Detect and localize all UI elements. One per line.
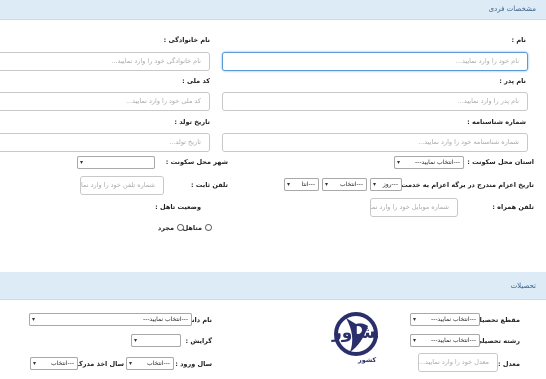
- single-option-label: مجرد: [157, 224, 174, 232]
- dispatch-day-value: ---روز: [382, 181, 398, 188]
- chevron-down-icon: ▾: [129, 360, 133, 367]
- dispatch-day-select[interactable]: ▾ ---روز: [370, 178, 402, 191]
- marital-label: وضعیت تاهل :: [155, 203, 201, 211]
- gpa-label: معدل :: [498, 360, 520, 368]
- single-radio[interactable]: [177, 224, 184, 231]
- city-label: شهر محل سکونت :: [165, 158, 228, 166]
- degree-select[interactable]: ▾ ---انتخاب نمایید---: [410, 313, 480, 326]
- chevron-down-icon: ▾: [413, 316, 417, 323]
- grad-year-select[interactable]: ▾ ---انتخاب: [30, 357, 78, 370]
- landline-label: تلفن ثابت :: [191, 181, 228, 189]
- orientation-select[interactable]: ▾: [131, 334, 181, 347]
- mobile-label: تلفن همراه :: [492, 203, 534, 211]
- grad-year-label: سال اخذ مدرک :: [71, 360, 124, 368]
- chevron-down-icon: ▾: [33, 360, 37, 367]
- chevron-down-icon: ▾: [325, 181, 329, 188]
- dispatch-year-value: ---انتا: [301, 181, 315, 188]
- dispatch-month-select[interactable]: ▾ ---انتخاب: [322, 178, 367, 191]
- chevron-down-icon: ▾: [287, 181, 291, 188]
- hamrah-moshaver-logo: همراه مشاور بزرگترین سامانه مشاوره تلفنی…: [331, 312, 378, 364]
- father-name-field[interactable]: نام پدر را وارد نمایید...: [222, 92, 528, 111]
- gpa-field[interactable]: معدل خود را وارد نمایید...: [418, 353, 498, 372]
- major-select-value: ---انتخاب نمایید---: [431, 337, 476, 344]
- dispatch-month-value: ---انتخاب: [340, 181, 363, 188]
- dispatch-year-select[interactable]: ▾ ---انتا: [284, 178, 319, 191]
- landline-field[interactable]: شماره تلفن خود را وارد نمایید...: [80, 176, 164, 195]
- university-select[interactable]: ▾ ---انتخاب نمایید---: [29, 313, 192, 326]
- entry-year-select-value: ---انتخاب: [147, 360, 170, 367]
- national-code-label: کد ملی :: [182, 77, 210, 85]
- national-code-field[interactable]: کد ملی خود را وارد نمایید...: [0, 92, 210, 111]
- province-select[interactable]: ▾ ---انتخاب نمایید---: [394, 156, 464, 169]
- chevron-down-icon: ▾: [32, 316, 36, 323]
- chevron-down-icon: ▾: [373, 181, 377, 188]
- grad-year-select-value: ---انتخاب: [51, 360, 74, 367]
- chevron-down-icon: ▾: [397, 159, 401, 166]
- chevron-down-icon: ▾: [80, 159, 84, 166]
- birth-date-label: تاریخ تولد :: [174, 118, 210, 126]
- personal-section-header: مشخصات فردی: [0, 0, 546, 20]
- first-name-field[interactable]: نام خود را وارد نمایید...: [222, 52, 528, 71]
- university-select-value: ---انتخاب نمایید---: [143, 316, 188, 323]
- entry-year-label: سال ورود :: [175, 360, 212, 368]
- dispatch-date-label: تاریخ اعزام مندرج در برگه اعزام به خدمت …: [396, 181, 534, 189]
- city-select[interactable]: ▾: [77, 156, 155, 169]
- personal-section-title: مشخصات فردی: [488, 5, 536, 13]
- id-number-field[interactable]: شماره شناسنامه خود را وارد نمایید...: [222, 133, 528, 152]
- province-label: استان محل سکونت :: [467, 158, 534, 166]
- education-section-title: تحصیلات: [510, 282, 536, 290]
- married-option-label: متاهل: [182, 224, 202, 232]
- entry-year-select[interactable]: ▾ ---انتخاب: [126, 357, 174, 370]
- married-radio[interactable]: [205, 224, 212, 231]
- birth-date-field[interactable]: تاریخ تولد...: [0, 133, 210, 152]
- degree-select-value: ---انتخاب نمایید---: [431, 316, 476, 323]
- last-name-field[interactable]: نام خانوادگی خود را وارد نمایید...: [0, 52, 210, 71]
- last-name-label: نام خانوادگی :: [163, 36, 210, 44]
- chevron-down-icon: ▾: [413, 337, 417, 344]
- first-name-label: نام :: [511, 36, 526, 44]
- education-section-header: تحصیلات: [0, 272, 546, 300]
- province-select-value: ---انتخاب نمایید---: [415, 159, 460, 166]
- chevron-down-icon: ▾: [134, 337, 138, 344]
- logo-title: همراه مشاور: [331, 323, 378, 343]
- major-select[interactable]: ▾ ---انتخاب نمایید---: [410, 334, 480, 347]
- father-name-label: نام پدر :: [499, 77, 526, 85]
- mobile-field[interactable]: شماره موبایل خود را وارد نمایید...: [370, 198, 458, 217]
- id-number-label: شماره شناسنامه :: [467, 118, 526, 126]
- orientation-label: گرایش :: [185, 337, 212, 345]
- logo-subtitle: بزرگترین سامانه مشاوره تلفنی کشور: [357, 356, 378, 364]
